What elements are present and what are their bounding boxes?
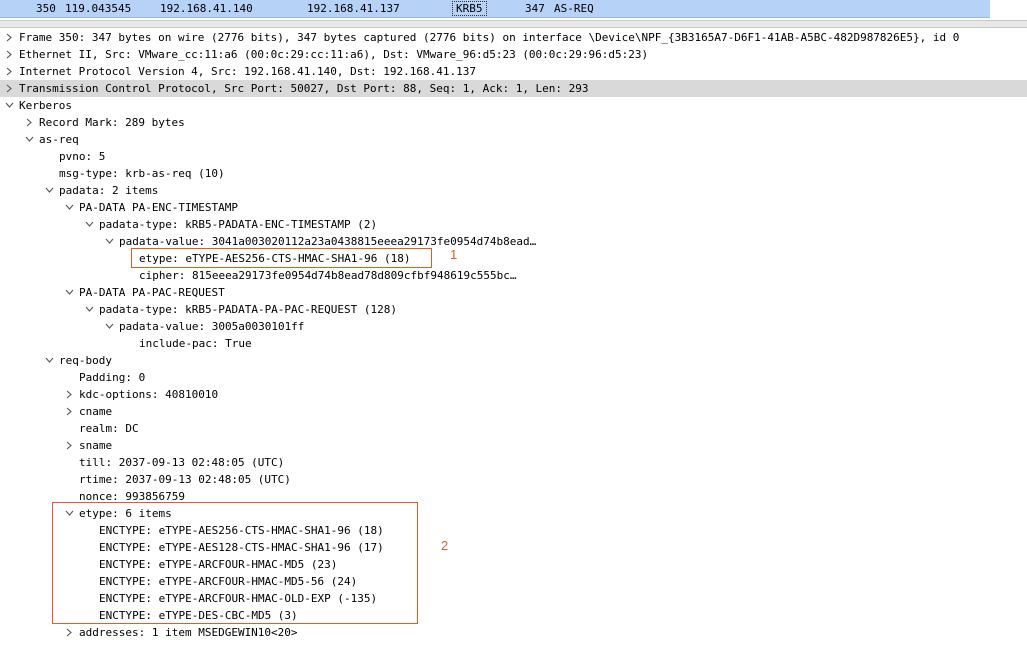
chevron-down-icon[interactable] [24, 131, 34, 148]
chevron-right-icon[interactable] [4, 80, 14, 97]
tree-label: kdc-options: 40810010 [79, 388, 219, 401]
tree-row-kdc-options[interactable]: kdc-options: 40810010 [0, 386, 1027, 403]
tree-label: Kerberos [19, 99, 72, 112]
tree-label: till: 2037-09-13 02:48:05 (UTC) [79, 456, 285, 469]
tree-label: req-body [59, 354, 112, 367]
chevron-down-icon[interactable] [84, 216, 94, 233]
tree-label: padata-value: 3041a003020112a23a0438815e… [119, 235, 537, 248]
packet-source: 192.168.41.140 [160, 2, 253, 15]
chevron-right-icon[interactable] [64, 403, 74, 420]
chevron-down-icon[interactable] [64, 199, 74, 216]
packet-no: 350 [36, 2, 56, 15]
tree-label: padata-type: kRB5-PADATA-PA-PAC-REQUEST … [99, 303, 398, 316]
tree-label: pvno: 5 [59, 150, 106, 163]
tree-row-msg-type[interactable]: msg-type: krb-as-req (10) [0, 165, 1027, 182]
tree-label: addresses: 1 item MSEDGEWIN10<20> [79, 626, 298, 639]
chevron-down-icon[interactable] [4, 97, 14, 114]
tree-label: padata-type: kRB5-PADATA-ENC-TIMESTAMP (… [99, 218, 378, 231]
tree-label: rtime: 2037-09-13 02:48:05 (UTC) [79, 473, 291, 486]
tree-label: Frame 350: 347 bytes on wire (2776 bits)… [19, 31, 960, 44]
tree-row-pa-enc-timestamp[interactable]: PA-DATA PA-ENC-TIMESTAMP [0, 199, 1027, 216]
tree-row-realm[interactable]: realm: DC [0, 420, 1027, 437]
chevron-right-icon[interactable] [64, 437, 74, 454]
tree-label: Ethernet II, Src: VMware_cc:11:a6 (00:0c… [19, 48, 649, 61]
chevron-right-icon[interactable] [24, 114, 34, 131]
tree-row-sname[interactable]: sname [0, 437, 1027, 454]
tree-row-kerberos[interactable]: Kerberos [0, 97, 1027, 114]
tree-row-ip[interactable]: Internet Protocol Version 4, Src: 192.16… [0, 63, 1027, 80]
chevron-down-icon[interactable] [104, 318, 114, 335]
tree-label: realm: DC [79, 422, 139, 435]
packet-protocol: KRB5 [452, 1, 487, 16]
packet-list: 350 119.043545 192.168.41.140 192.168.41… [0, 0, 1027, 20]
tree-label: cipher: 815eeea29173fe0954d74b8ead78d809… [139, 269, 517, 282]
tree-row-as-req[interactable]: as-req [0, 131, 1027, 148]
tree-row-padata[interactable]: padata: 2 items [0, 182, 1027, 199]
chevron-down-icon[interactable] [44, 182, 54, 199]
tree-label: as-req [39, 133, 79, 146]
annotation-label-1: 1 [450, 247, 458, 262]
tree-label: padata-value: 3005a0030101ff [119, 320, 305, 333]
annotation-label-2: 2 [441, 538, 449, 553]
tree-label: msg-type: krb-as-req (10) [59, 167, 225, 180]
tree-label: padata: 2 items [59, 184, 159, 197]
tree-label: Internet Protocol Version 4, Src: 192.16… [19, 65, 476, 78]
tree-label: PA-DATA PA-ENC-TIMESTAMP [79, 201, 238, 214]
tree-label: cname [79, 405, 113, 418]
tree-row-include-pac[interactable]: include-pac: True [0, 335, 1027, 352]
tree-row-tcp[interactable]: Transmission Control Protocol, Src Port:… [0, 80, 1027, 97]
tree-label: sname [79, 439, 113, 452]
tree-label: Padding: 0 [79, 371, 146, 384]
tree-row-padata-type-1[interactable]: padata-type: kRB5-PADATA-ENC-TIMESTAMP (… [0, 216, 1027, 233]
packet-destination: 192.168.41.137 [307, 2, 400, 15]
chevron-right-icon[interactable] [4, 46, 14, 63]
packet-row-selected[interactable]: 350 119.043545 192.168.41.140 192.168.41… [0, 0, 990, 18]
chevron-down-icon[interactable] [104, 233, 114, 250]
chevron-right-icon[interactable] [4, 63, 14, 80]
tree-label: Record Mark: 289 bytes [39, 116, 185, 129]
tree-row-pa-pac-request[interactable]: PA-DATA PA-PAC-REQUEST [0, 284, 1027, 301]
pane-splitter[interactable] [0, 20, 1027, 28]
tree-row-padding[interactable]: Padding: 0 [0, 369, 1027, 386]
tree-label: PA-DATA PA-PAC-REQUEST [79, 286, 225, 299]
annotation-box-2 [52, 502, 418, 624]
packet-info: AS-REQ [554, 2, 594, 15]
tree-row-addresses[interactable]: addresses: 1 item MSEDGEWIN10<20> [0, 624, 1027, 641]
tree-row-pvno[interactable]: pvno: 5 [0, 148, 1027, 165]
tree-row-req-body[interactable]: req-body [0, 352, 1027, 369]
tree-row-cname[interactable]: cname [0, 403, 1027, 420]
tree-row-rtime[interactable]: rtime: 2037-09-13 02:48:05 (UTC) [0, 471, 1027, 488]
tree-row-padata-value-2[interactable]: padata-value: 3005a0030101ff [0, 318, 1027, 335]
tree-row-till[interactable]: till: 2037-09-13 02:48:05 (UTC) [0, 454, 1027, 471]
chevron-down-icon[interactable] [84, 301, 94, 318]
tree-row-record-mark[interactable]: Record Mark: 289 bytes [0, 114, 1027, 131]
chevron-down-icon[interactable] [44, 352, 54, 369]
tree-row-padata-type-2[interactable]: padata-type: kRB5-PADATA-PA-PAC-REQUEST … [0, 301, 1027, 318]
packet-length: 347 [525, 2, 545, 15]
tree-row-ethernet[interactable]: Ethernet II, Src: VMware_cc:11:a6 (00:0c… [0, 46, 1027, 63]
chevron-right-icon[interactable] [64, 624, 74, 641]
chevron-right-icon[interactable] [64, 386, 74, 403]
tree-label: Transmission Control Protocol, Src Port:… [19, 82, 589, 95]
chevron-down-icon[interactable] [64, 284, 74, 301]
packet-time: 119.043545 [65, 2, 132, 15]
tree-row-cipher[interactable]: cipher: 815eeea29173fe0954d74b8ead78d809… [0, 267, 1027, 284]
tree-label: include-pac: True [139, 337, 252, 350]
chevron-right-icon[interactable] [4, 29, 14, 46]
tree-row-frame[interactable]: Frame 350: 347 bytes on wire (2776 bits)… [0, 29, 1027, 46]
annotation-box-1 [131, 248, 432, 268]
